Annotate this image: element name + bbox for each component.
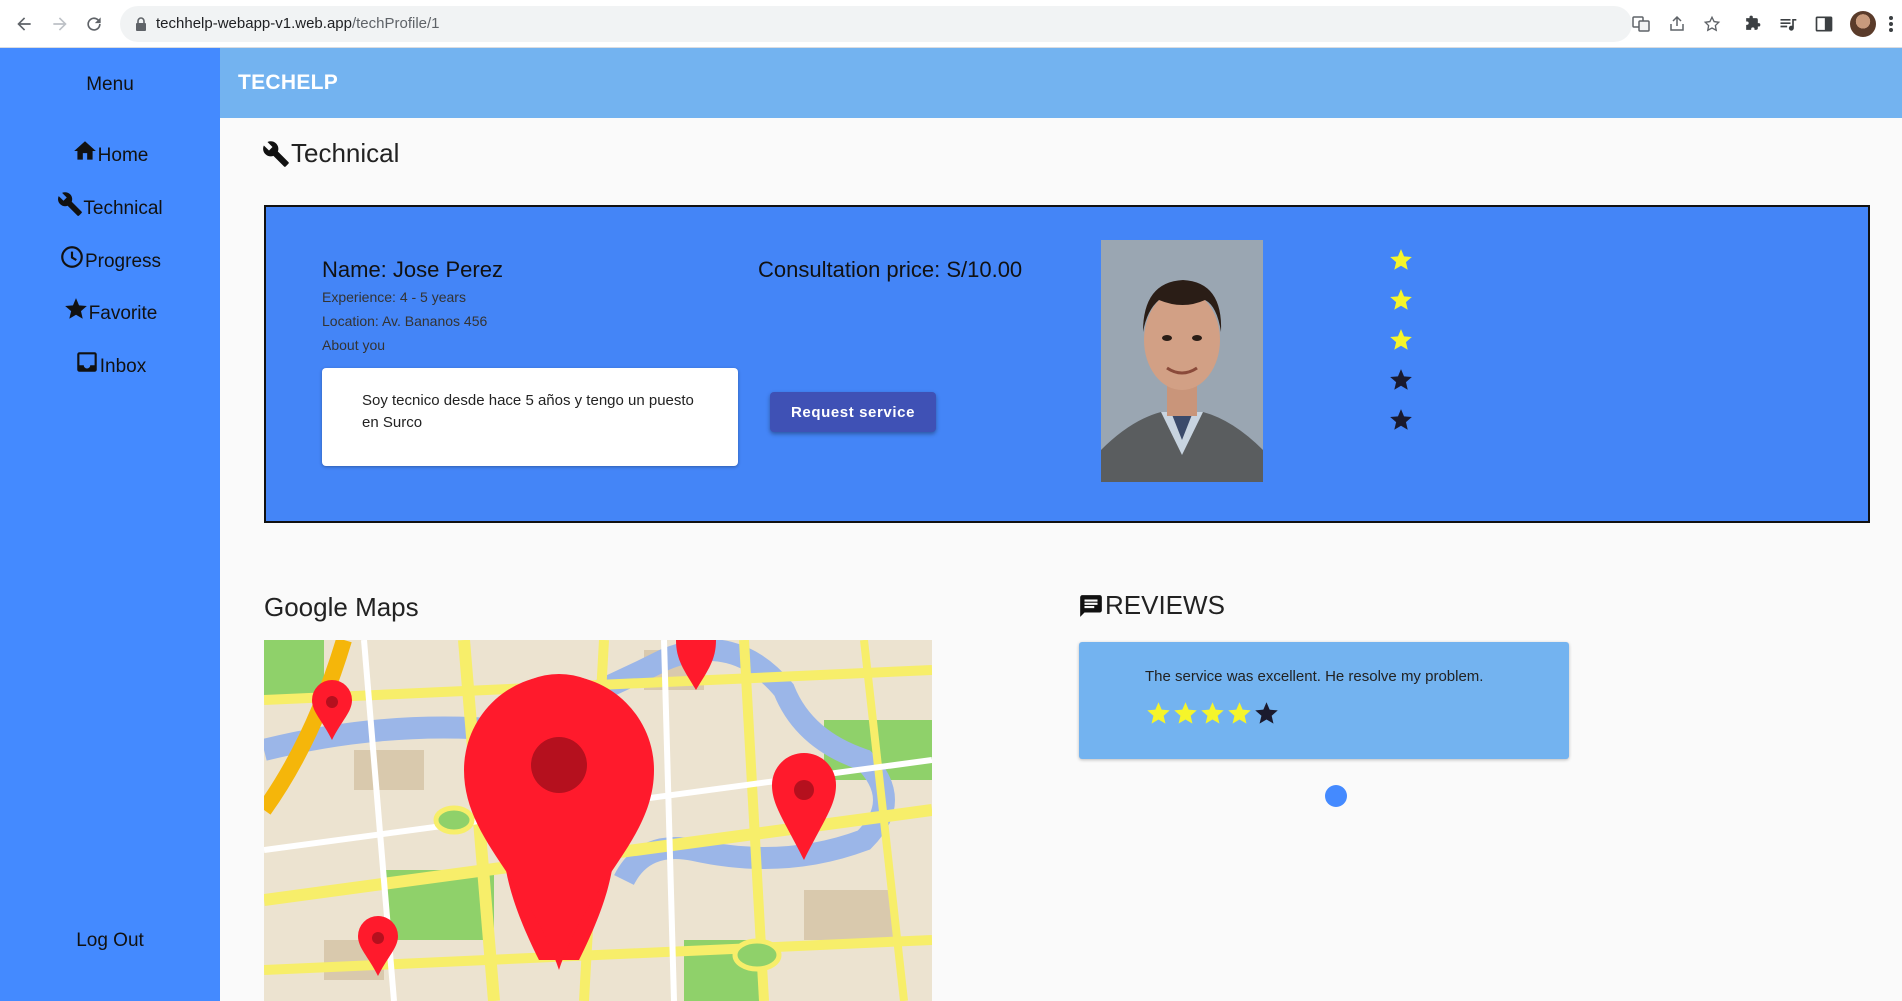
technician-name: Name: Jose Perez — [322, 257, 503, 282]
reload-icon[interactable] — [80, 10, 108, 38]
brand-title[interactable]: TECHELP — [238, 71, 338, 95]
sidebar-item-label: Favorite — [88, 303, 158, 324]
star-filled-icon — [1174, 702, 1197, 724]
consultation-price: Consultation price: S/10.00 — [758, 257, 1023, 282]
more-vert-icon[interactable] — [1888, 14, 1896, 34]
reviews-title-text: REVIEWS — [1105, 590, 1225, 620]
star-empty-icon — [1255, 702, 1278, 724]
app-header: TECHELP — [220, 48, 1902, 118]
back-icon[interactable] — [10, 10, 38, 38]
carousel-dot[interactable] — [1325, 785, 1347, 807]
technician-location: Location: Av. Bananos 456 — [322, 313, 488, 329]
address-bar[interactable]: techhelp-webapp-v1.web.app/techProfile/1 — [120, 6, 1721, 42]
share-icon[interactable] — [1668, 15, 1686, 33]
sidebar-item-label: Progress — [84, 251, 162, 272]
sidebar-title: Menu — [86, 74, 134, 95]
lock-icon — [134, 16, 148, 37]
request-service-button[interactable]: Request service — [770, 392, 936, 432]
reviews-title: REVIEWS — [1078, 590, 1225, 621]
about-label: About you — [322, 337, 386, 353]
media-icon[interactable] — [1778, 14, 1798, 34]
sidebar-item-label: Technical — [83, 198, 163, 219]
wrench-icon — [58, 192, 83, 216]
about-text: Soy tecnico desde hace 5 años y tengo un… — [322, 368, 738, 466]
sidebar-item-technical[interactable]: Technical — [0, 185, 220, 221]
star-filled-icon — [1228, 702, 1251, 724]
star-filled-icon — [1201, 702, 1224, 724]
sidebar: Menu Home Technical Progress Favorite In… — [0, 48, 220, 1001]
sidebar-item-home[interactable]: Home — [0, 132, 220, 168]
review-card: The service was excellent. He resolve my… — [1079, 642, 1569, 759]
page-title: Technical — [262, 138, 399, 169]
star-filled-icon — [1390, 329, 1412, 350]
clock-icon — [61, 246, 83, 268]
sidebar-item-inbox[interactable]: Inbox — [0, 343, 220, 379]
side-panel-icon[interactable] — [1814, 14, 1834, 34]
wrench-icon — [263, 140, 289, 167]
star-filled-icon — [1390, 249, 1412, 270]
star-empty-icon — [1390, 369, 1412, 390]
technician-experience: Experience: 4 - 5 years — [322, 289, 466, 305]
url-path: /techProfile/1 — [351, 15, 440, 32]
url-text: techhelp-webapp-v1.web.app/techProfile/1 — [156, 15, 440, 32]
sidebar-item-label: Home — [97, 145, 149, 166]
url-host: techhelp-webapp-v1.web.app — [156, 15, 352, 32]
sidebar-item-progress[interactable]: Progress — [0, 238, 220, 274]
sidebar-item-label: Inbox — [99, 356, 147, 377]
extensions-icon[interactable] — [1742, 14, 1762, 34]
technician-profile-card: Name: Jose Perez Experience: 4 - 5 years… — [264, 205, 1870, 523]
star-empty-icon — [1390, 409, 1412, 430]
star-icon — [64, 298, 87, 319]
sidebar-item-favorite[interactable]: Favorite — [0, 290, 220, 326]
translate-icon[interactable] — [1632, 15, 1650, 33]
page-title-text: Technical — [291, 138, 400, 168]
review-text: The service was excellent. He resolve my… — [1145, 668, 1484, 685]
google-map-image[interactable] — [264, 640, 932, 1001]
forward-icon[interactable] — [46, 10, 74, 38]
home-icon — [73, 141, 96, 160]
logout-button[interactable]: Log Out — [0, 930, 220, 952]
profile-avatar-icon[interactable] — [1850, 11, 1876, 37]
review-rating — [1145, 700, 1280, 727]
star-filled-icon — [1147, 702, 1170, 724]
bookmark-star-icon[interactable] — [1703, 15, 1721, 33]
comment-icon — [1080, 594, 1102, 617]
maps-title: Google Maps — [264, 592, 419, 622]
inbox-icon — [77, 352, 97, 372]
star-filled-icon — [1390, 289, 1412, 310]
browser-toolbar: techhelp-webapp-v1.web.app/techProfile/1 — [0, 0, 1902, 48]
technician-photo — [1101, 240, 1263, 482]
